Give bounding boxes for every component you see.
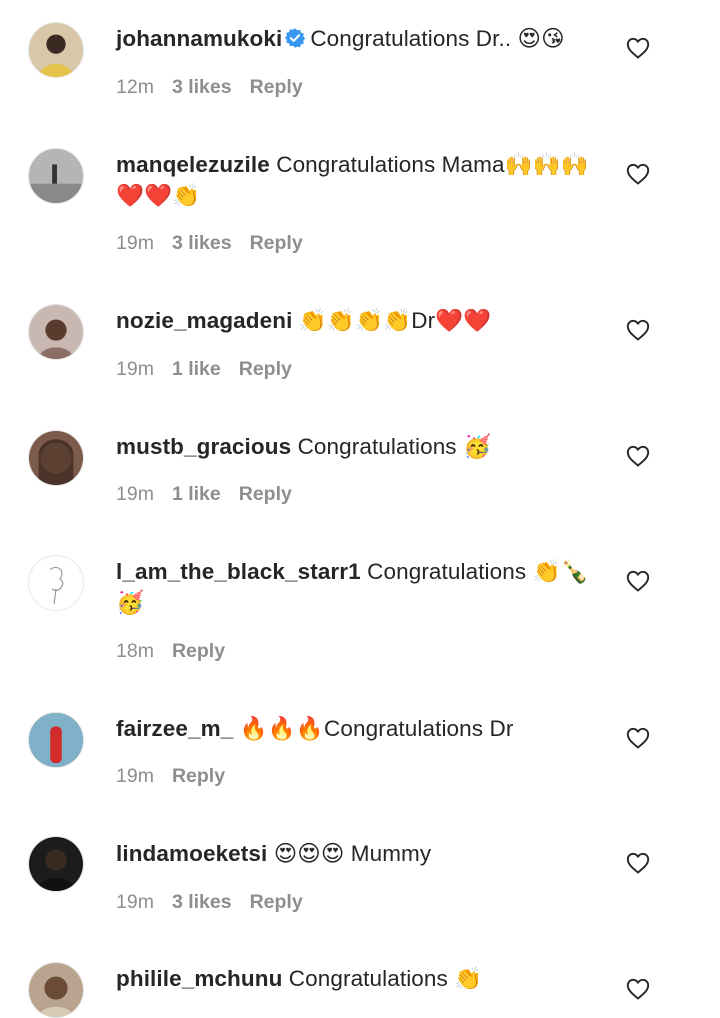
comment-meta: 19m 1 like Reply [116,358,310,381]
timestamp: 19m [116,483,154,505]
comment-text: 🔥🔥🔥Congratulations Dr [239,716,514,741]
comment-meta: 19m Reply [116,765,243,788]
avatar[interactable] [28,304,84,360]
likes-count-link[interactable]: 1 like [172,483,221,505]
avatar[interactable] [28,836,84,892]
username-link[interactable]: fairzee_m_ [116,716,233,741]
heart-outline-icon[interactable] [626,37,650,59]
reply-button[interactable]: Reply [172,765,225,787]
comment-body: philile_mchunu Congratulations 👏 [116,963,596,994]
heart-outline-icon[interactable] [626,978,650,1000]
avatar[interactable] [28,712,84,768]
comment-body: l_am_the_black_starr1 Congratulations 👏🍾… [116,556,596,618]
comment-body: mustb_gracious Congratulations 🥳 [116,431,596,462]
reply-button[interactable]: Reply [239,483,292,505]
comment-text: 👏👏👏👏Dr❤️❤️ [298,308,492,333]
comment-body: fairzee_m_ 🔥🔥🔥Congratulations Dr [116,713,596,744]
comment-text: Congratulations 👏 [288,966,483,991]
timestamp: 19m [116,232,154,254]
reply-button[interactable]: Reply [172,640,225,662]
avatar[interactable] [28,962,84,1018]
heart-outline-icon[interactable] [626,727,650,749]
likes-count-link[interactable]: 3 likes [172,891,232,913]
username-link[interactable]: l_am_the_black_starr1 [116,559,361,584]
likes-count-link[interactable]: 3 likes [172,232,232,254]
comment-body: manqelezuzile Congratulations Mama🙌🙌🙌❤️❤… [116,149,596,211]
heart-outline-icon[interactable] [626,852,650,874]
username-link[interactable]: philile_mchunu [116,966,282,991]
avatar[interactable] [28,430,84,486]
timestamp: 12m [116,76,154,98]
username-link[interactable]: johannamukoki [116,26,282,51]
avatar[interactable] [28,555,84,611]
comment-meta: 18m Reply [116,640,243,663]
likes-count-link[interactable]: 3 likes [172,76,232,98]
heart-outline-icon[interactable] [626,570,650,592]
comment-meta: 12m 3 likes Reply [116,76,321,99]
reply-button[interactable]: Reply [239,358,292,380]
reply-button[interactable]: Reply [250,76,303,98]
username-link[interactable]: manqelezuzile [116,152,270,177]
comment-text: Congratulations Dr.. 😍😘 [310,26,565,51]
reply-button[interactable]: Reply [250,232,303,254]
username-link[interactable]: mustb_gracious [116,434,291,459]
comment-body: johannamukoki Congratulations Dr.. 😍😘 [116,23,596,54]
verified-badge-icon [284,27,306,49]
heart-outline-icon[interactable] [626,163,650,185]
comment-body: lindamoeketsi 😍😍😍 Mummy [116,838,596,869]
avatar[interactable] [28,22,84,78]
heart-outline-icon[interactable] [626,319,650,341]
username-link[interactable]: nozie_magadeni [116,308,292,333]
comment-text: 😍😍😍 Mummy [273,841,432,866]
timestamp: 19m [116,891,154,913]
avatar[interactable] [28,148,84,204]
timestamp: 19m [116,765,154,787]
comment-meta: 19m 3 likes Reply [116,891,321,914]
heart-outline-icon[interactable] [626,445,650,467]
comment-body: nozie_magadeni 👏👏👏👏Dr❤️❤️ [116,305,596,336]
reply-button[interactable]: Reply [250,891,303,913]
timestamp: 18m [116,640,154,662]
likes-count-link[interactable]: 1 like [172,358,221,380]
comment-text: Congratulations 🥳 [297,434,492,459]
comment-meta: 19m 3 likes Reply [116,232,321,255]
timestamp: 19m [116,358,154,380]
username-link[interactable]: lindamoeketsi [116,841,267,866]
comment-meta: 19m 1 like Reply [116,483,310,506]
